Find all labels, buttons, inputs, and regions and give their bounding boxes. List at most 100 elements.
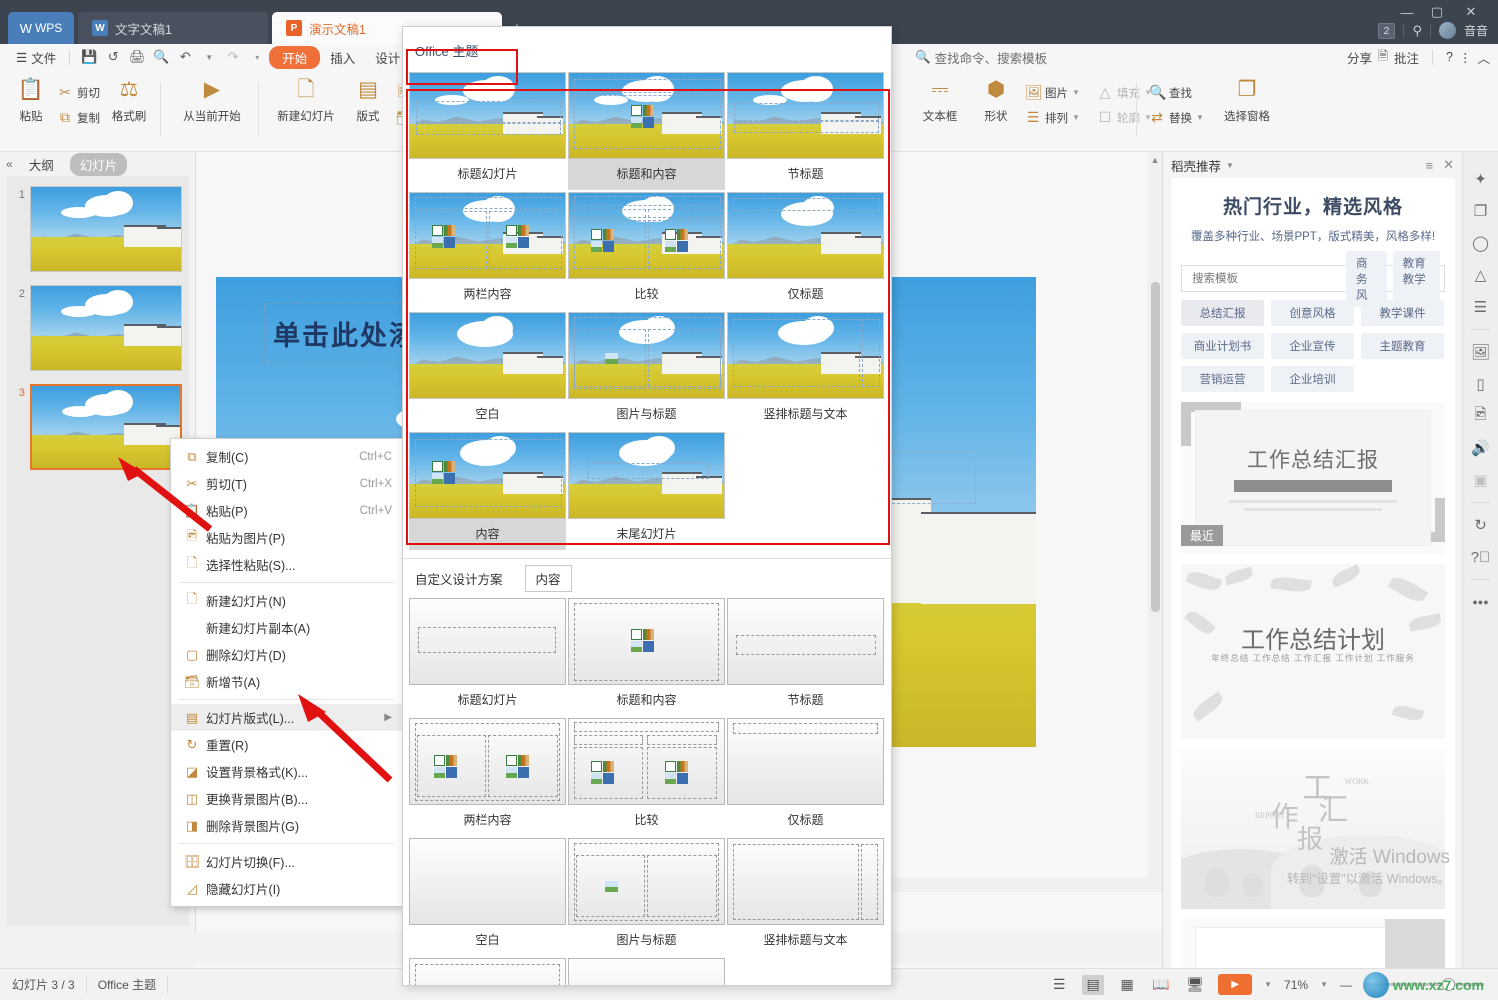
- layout-option-blank[interactable]: 空白: [409, 312, 566, 430]
- video-icon[interactable]: ▣: [1467, 465, 1495, 495]
- print-icon[interactable]: 🖨: [125, 47, 149, 67]
- menu-item-new-slide[interactable]: 🗋 新建幻灯片(N): [171, 587, 402, 614]
- help-button[interactable]: ?: [1446, 50, 1453, 64]
- chevron-down-icon[interactable]: ▼: [1072, 88, 1080, 97]
- custom-layout-picture-with-caption[interactable]: 图片与标题: [568, 838, 725, 956]
- normal-view-icon[interactable]: ▤: [1082, 974, 1105, 995]
- comment-icon[interactable]: 🗎: [1378, 47, 1388, 68]
- help-icon[interactable]: ?⃝: [1467, 542, 1495, 572]
- template-card[interactable]: 工作总结汇报 最近: [1181, 402, 1445, 554]
- tag-corporate-training[interactable]: 企业培训: [1270, 366, 1354, 392]
- template-search-row[interactable]: 商务风 教育教学: [1181, 250, 1445, 307]
- menu-item-add-section[interactable]: 🗃 新增节(A): [171, 668, 402, 695]
- zoom-out-button[interactable]: —: [1340, 978, 1352, 992]
- cut-button[interactable]: ✂ 剪切: [54, 81, 103, 104]
- custom-layout-title-only[interactable]: 仅标题: [727, 718, 884, 836]
- user-name[interactable]: 音音: [1464, 22, 1488, 39]
- maximize-button[interactable]: ▢: [1424, 2, 1450, 22]
- layout-option-end-slide[interactable]: 末尾幻灯片: [568, 432, 725, 550]
- redo-icon[interactable]: ↷: [221, 47, 245, 67]
- chevron-down-icon[interactable]: ▼: [1196, 113, 1204, 122]
- new-slide-button[interactable]: 🗋 新建幻灯片: [268, 74, 344, 124]
- find-button[interactable]: 🔍 查找: [1146, 81, 1214, 104]
- tab-insert[interactable]: 插入: [320, 46, 365, 69]
- box-icon[interactable]: ▯: [1467, 369, 1495, 399]
- layout-option-two-content[interactable]: 两栏内容: [409, 192, 566, 310]
- list-item[interactable]: 1: [7, 186, 189, 272]
- effects-icon[interactable]: ✦: [1467, 164, 1495, 194]
- menu-item-delete-slide[interactable]: ▢ 删除幻灯片(D): [171, 641, 402, 668]
- layout-option-section-header[interactable]: 节标题: [727, 72, 884, 190]
- layout-option-title-only[interactable]: 仅标题: [727, 192, 884, 310]
- slide-context-menu[interactable]: ⧉ 复制(C) Ctrl+C ✂ 剪切(T) Ctrl+X 📋 粘贴(P) Ct…: [170, 438, 403, 907]
- menu-item-paste-special[interactable]: 🗋 选择性粘贴(S)...: [171, 551, 402, 578]
- layout-option-vertical-title-text[interactable]: 竖排标题与文本: [727, 312, 884, 430]
- layout-button[interactable]: ▤ 版式: [344, 74, 392, 124]
- scroll-thumb[interactable]: [1151, 282, 1160, 612]
- avatar[interactable]: [1438, 22, 1456, 39]
- tag-business-plan[interactable]: 商业计划书: [1181, 333, 1264, 359]
- paste-button[interactable]: 📋 粘贴: [8, 74, 54, 124]
- menu-item-slide-layout[interactable]: ▤ 幻灯片版式(L)... ▶: [171, 704, 402, 731]
- file-menu-button[interactable]: ☰ 文件: [10, 48, 62, 67]
- shapes-icon[interactable]: ◯: [1467, 228, 1495, 258]
- template-card[interactable]: 工作总结计划 年终总结 工作总结 工作汇报 工作计划 工作服务: [1181, 564, 1445, 739]
- menu-item-background-format[interactable]: ◪ 设置背景格式(K)...: [171, 758, 402, 785]
- search-command-box[interactable]: 🔍 查找命令、搜索模板: [915, 44, 1047, 70]
- template-card[interactable]: [1181, 919, 1445, 968]
- menu-item-copy[interactable]: ⧉ 复制(C) Ctrl+C: [171, 443, 402, 470]
- picture-button[interactable]: 🖼 图片 ▼: [1022, 81, 1094, 104]
- image-icon[interactable]: 🖻: [1467, 401, 1495, 431]
- skin-icon[interactable]: ⚲: [1412, 23, 1422, 39]
- presenter-view-icon[interactable]: 🖥: [1184, 975, 1206, 995]
- custom-layout-blank[interactable]: 空白: [409, 838, 566, 956]
- custom-layout-two-content[interactable]: 两栏内容: [409, 718, 566, 836]
- tag-corporate-promo[interactable]: 企业宣传: [1270, 333, 1354, 359]
- menu-item-duplicate-slide[interactable]: 新建幻灯片副本(A): [171, 614, 402, 641]
- custom-layout-title-and-content[interactable]: 标题和内容: [568, 598, 725, 716]
- collapse-ribbon-button[interactable]: ︿: [1477, 48, 1490, 67]
- pane-menu-icon[interactable]: ≡: [1426, 158, 1434, 173]
- history-icon[interactable]: ↻: [1467, 510, 1495, 540]
- custom-layout-title-slide[interactable]: 标题幻灯片: [409, 598, 566, 716]
- custom-layout-comparison[interactable]: 比较: [568, 718, 725, 836]
- tag-business-style[interactable]: 商务风: [1346, 250, 1387, 307]
- chevron-down-icon[interactable]: ▼: [1226, 161, 1234, 170]
- list-item[interactable]: 2: [7, 285, 189, 371]
- menu-item-cut[interactable]: ✂ 剪切(T) Ctrl+X: [171, 470, 402, 497]
- menu-item-paste[interactable]: 📋 粘贴(P) Ctrl+V: [171, 497, 402, 524]
- menu-item-hide-slide[interactable]: ◿ 隐藏幻灯片(I): [171, 875, 402, 902]
- tag-education[interactable]: 教育教学: [1392, 250, 1440, 307]
- close-button[interactable]: ✕: [1458, 2, 1484, 22]
- custom-layout-end-slide[interactable]: 末尾幻灯片: [568, 958, 725, 985]
- wps-home-button[interactable]: W WPS: [8, 12, 74, 44]
- tab-outline[interactable]: 大纲: [19, 153, 64, 176]
- custom-layout-vertical-title-text[interactable]: 竖排标题与文本: [727, 838, 884, 956]
- audio-icon[interactable]: 🔊: [1467, 433, 1495, 463]
- tag-theme-education[interactable]: 主题教育: [1360, 333, 1444, 359]
- share-icon[interactable]: ↺: [101, 47, 125, 67]
- more-options-button[interactable]: ⋮: [1459, 50, 1472, 65]
- chevron-down-icon[interactable]: ▼: [1072, 113, 1080, 122]
- collapse-panel-icon[interactable]: «: [6, 157, 13, 171]
- custom-design-pill[interactable]: 内容: [524, 565, 572, 592]
- minimize-button[interactable]: —: [1394, 2, 1420, 22]
- layout-option-picture-with-caption[interactable]: 图片与标题: [568, 312, 725, 430]
- comment-button[interactable]: 批注: [1394, 48, 1419, 67]
- print-preview-icon[interactable]: 🔍: [149, 47, 173, 67]
- outline-view-icon[interactable]: ☰: [1048, 975, 1070, 995]
- customize-qat-icon[interactable]: ▾: [245, 47, 269, 67]
- replace-button[interactable]: ⇄ 替换 ▼: [1146, 106, 1214, 129]
- share-button[interactable]: 分享: [1347, 48, 1372, 67]
- shape-button[interactable]: ⬢ 形状: [970, 74, 1022, 124]
- tag-creative-style[interactable]: 创意风格: [1270, 300, 1354, 326]
- slide-thumbnail-selected[interactable]: [30, 384, 182, 470]
- zoom-level[interactable]: 71%: [1284, 978, 1308, 992]
- copy-button[interactable]: ⧉ 复制: [54, 106, 103, 129]
- tab-count-badge[interactable]: 2: [1377, 22, 1396, 39]
- list-item[interactable]: 3: [7, 384, 189, 470]
- duplicate-icon[interactable]: ❐: [1467, 196, 1495, 226]
- chevron-down-icon[interactable]: ▼: [1264, 980, 1272, 989]
- theme-status[interactable]: Office 主题: [87, 976, 169, 993]
- tag-courseware[interactable]: 教学课件: [1360, 300, 1444, 326]
